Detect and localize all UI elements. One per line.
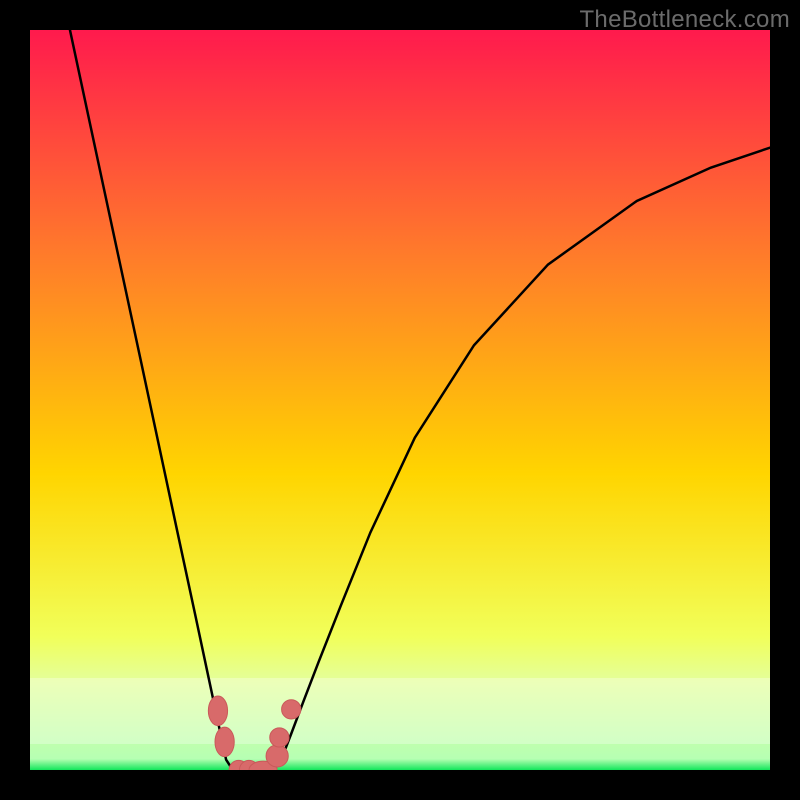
pale-band	[30, 678, 770, 744]
chart-svg	[30, 30, 770, 770]
data-marker	[282, 700, 301, 719]
plot-area	[30, 30, 770, 770]
data-marker	[266, 745, 288, 767]
data-marker	[208, 696, 227, 726]
data-marker	[270, 728, 289, 747]
heat-background	[30, 30, 770, 770]
chart-root: TheBottleneck.com	[0, 0, 800, 800]
data-marker	[215, 727, 234, 757]
attribution-text: TheBottleneck.com	[579, 6, 790, 34]
